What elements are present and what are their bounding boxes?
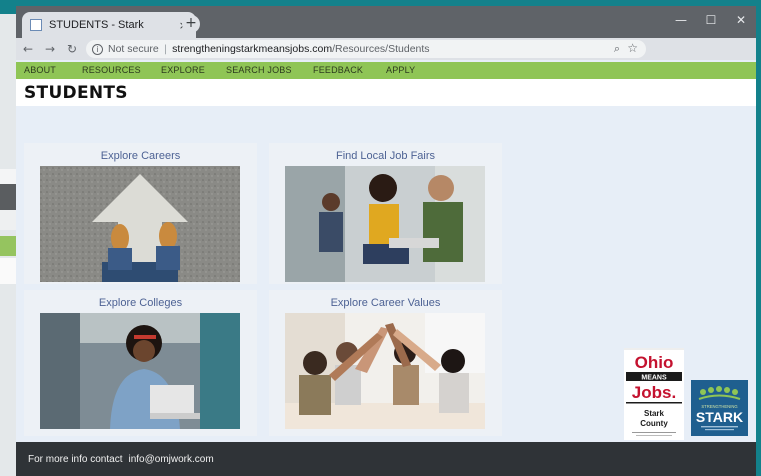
stark-wordmark-text: STARK [696,409,743,425]
card-explore-colleges[interactable]: Explore Colleges [24,290,257,436]
card-explore-career-values[interactable]: Explore Career Values [269,290,502,436]
footer-email-link[interactable]: info@omjwork.com [128,454,213,465]
career-values-photo[interactable] [285,313,485,429]
zoom-icon[interactable]: ⌕ [614,42,620,56]
nav-item-feedback[interactable]: FEEDBACK [313,65,363,75]
nav-item-apply[interactable]: APPLY [386,65,415,75]
card-find-job-fairs[interactable]: Find Local Job Fairs [269,143,502,284]
ohio-logo-text: Ohio [635,353,674,372]
address-bar[interactable]: i Not secure | strengtheningstarkmeansjo… [86,40,646,58]
job-fairs-photo[interactable] [285,166,485,282]
url-path: /Resources/Students [332,43,430,55]
careers-photo[interactable] [40,166,240,282]
reload-icon[interactable]: ↻ [62,42,82,56]
window-close-icon[interactable]: ✕ [728,10,754,30]
means-logo-text: MEANS [641,375,667,382]
footer-text: For more info contact [28,454,123,465]
forward-arrow-icon[interactable]: → [40,42,60,56]
nav-item-resources[interactable]: RESOURCES [82,65,141,75]
nav-item-explore[interactable]: EXPLORE [161,65,205,75]
page-header: STUDENTS [16,79,756,106]
bookmark-star-icon[interactable]: ☆ [627,41,638,55]
browser-window: STUDENTS - Stark × + — ☐ ✕ ← → ↻ i Not s… [16,6,756,476]
stark-logo-text: Stark [644,409,665,418]
nav-item-search-jobs[interactable]: SEARCH JOBS [226,65,292,75]
jobs-logo-text: Jobs. [632,383,676,402]
page-favicon-icon [30,19,42,31]
toolbar: ← → ↻ i Not secure | strengtheningstarkm… [16,38,756,88]
colleges-photo[interactable] [40,313,240,429]
info-icon[interactable]: i [92,43,103,55]
tab-strip: STUDENTS - Stark × + — ☐ ✕ [16,6,756,38]
site-footer: For more info contact info@omjwork.com [16,442,756,476]
county-logo-text: County [640,419,668,428]
browser-tab[interactable]: STUDENTS - Stark × [22,12,196,38]
nav-item-about[interactable]: ABOUT [24,65,56,75]
minimize-icon[interactable]: — [668,10,694,30]
card-title[interactable]: Explore Career Values [269,297,502,309]
card-title[interactable]: Explore Careers [24,150,257,162]
card-explore-careers[interactable]: Explore Careers [24,143,257,284]
strengthening-stark-logo[interactable]: STRENGTHENING STARK [691,380,748,436]
security-label: Not secure [108,43,159,55]
page-title: STUDENTS [24,83,128,103]
url-separator: | [163,43,168,55]
site-nav: ABOUT RESOURCES EXPLORE SEARCH JOBS FEED… [16,62,756,79]
maximize-icon[interactable]: ☐ [698,10,724,30]
url-host: strengtheningstarkmeansjobs.com [172,43,333,55]
tab-title: STUDENTS - Stark [49,19,144,31]
back-arrow-icon[interactable]: ← [18,42,38,56]
ohio-means-jobs-logo[interactable]: Ohio MEANS Jobs. Stark County [624,348,684,440]
footer-contact: For more info contact info@omjwork.com [28,454,214,465]
new-tab-button[interactable]: + [182,15,200,33]
card-title[interactable]: Find Local Job Fairs [269,150,502,162]
card-title[interactable]: Explore Colleges [24,297,257,309]
